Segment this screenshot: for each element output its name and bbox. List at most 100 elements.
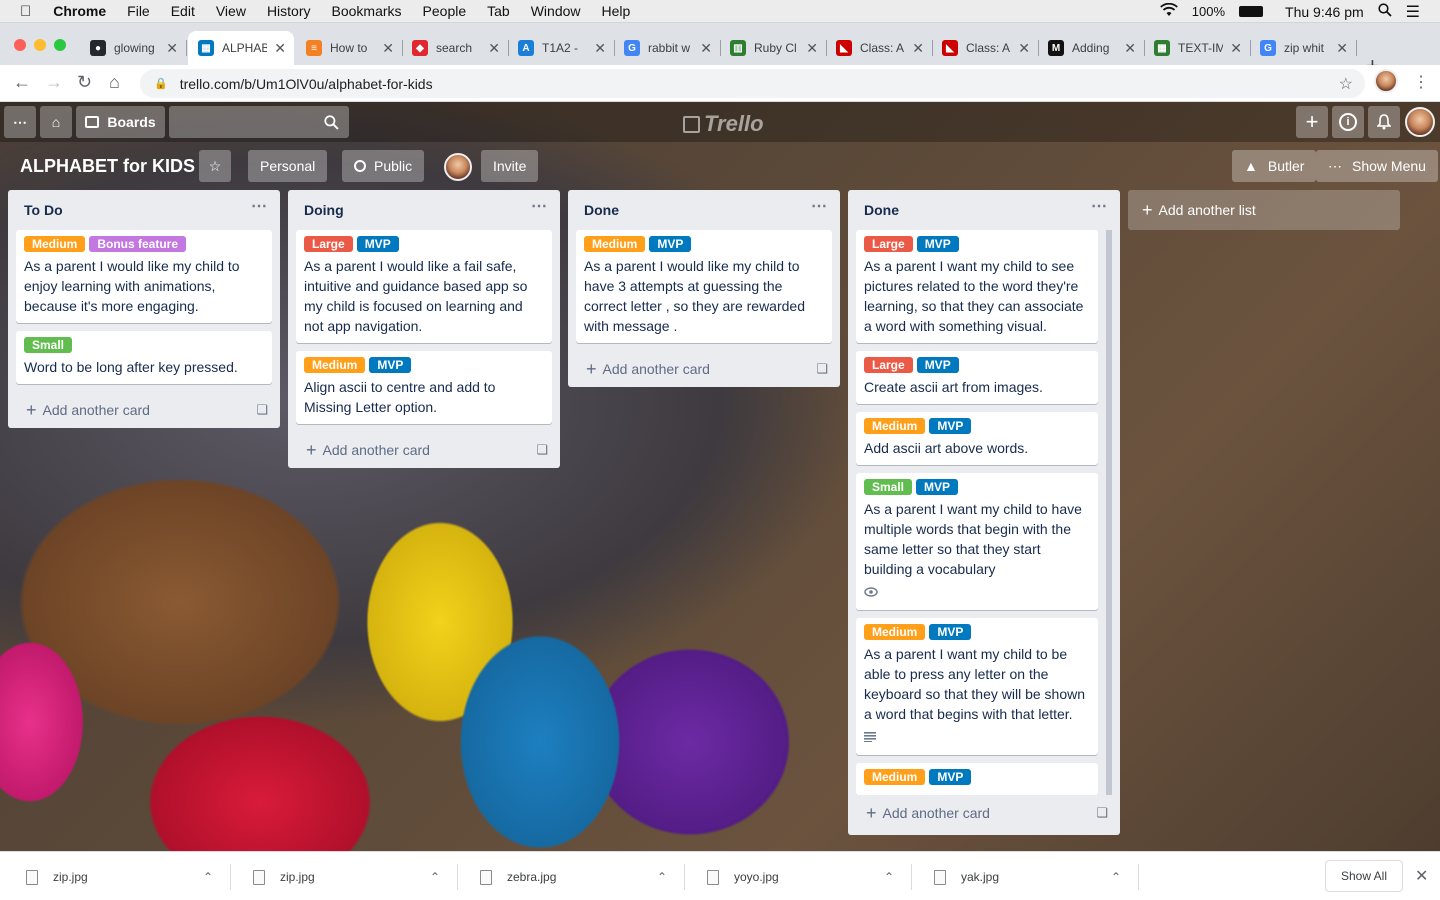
list-title[interactable]: Done: [584, 202, 619, 218]
card[interactable]: Medium MVP As a parent I would like my chi…: [576, 230, 832, 343]
card-label[interactable]: Medium: [24, 236, 86, 252]
download-item[interactable]: yoyo.jpg ⌃: [685, 864, 912, 890]
list-header[interactable]: Done ⋯: [848, 190, 1120, 230]
profile-avatar[interactable]: [1374, 69, 1398, 93]
card-label[interactable]: MVP: [929, 418, 972, 434]
close-tab-icon[interactable]: ✕: [806, 40, 818, 57]
minimize-window-button[interactable]: [34, 39, 46, 51]
add-card-button[interactable]: + Add another card ❏: [848, 795, 1120, 831]
download-item[interactable]: zebra.jpg ⌃: [458, 864, 685, 890]
card-label[interactable]: MVP: [929, 624, 972, 640]
browser-tab[interactable]: ▦ TEXT-IM ✕: [1144, 31, 1251, 65]
list-header[interactable]: Doing ⋯: [288, 190, 560, 230]
menu-edit[interactable]: Edit: [171, 3, 195, 19]
browser-tab[interactable]: ▦ ALPHABET for KIDS ✕: [188, 31, 294, 65]
menu-window[interactable]: Window: [531, 3, 581, 19]
show-all-downloads-button[interactable]: Show All: [1325, 860, 1403, 892]
close-tab-icon[interactable]: ✕: [594, 40, 606, 57]
chevron-up-icon[interactable]: ⌃: [1111, 870, 1121, 884]
chevron-up-icon[interactable]: ⌃: [203, 870, 213, 884]
boards-button[interactable]: Boards: [76, 106, 165, 138]
show-menu-button[interactable]: ⋯ Show Menu: [1316, 150, 1438, 182]
info-icon[interactable]: i: [1332, 106, 1364, 138]
menu-help[interactable]: Help: [602, 3, 631, 19]
card-label[interactable]: MVP: [356, 236, 399, 252]
reload-button[interactable]: ↻: [77, 72, 92, 93]
visibility-button[interactable]: Public: [342, 150, 425, 182]
close-tab-icon[interactable]: ✕: [1230, 40, 1242, 57]
add-card-button[interactable]: + Add another card ❏: [8, 392, 280, 428]
browser-tab[interactable]: ▥ Ruby Cl ✕: [720, 31, 827, 65]
home-icon[interactable]: ⌂: [40, 106, 72, 138]
close-tab-icon[interactable]: ✕: [488, 40, 500, 57]
card-template-icon[interactable]: ❏: [256, 402, 268, 418]
card-label[interactable]: MVP: [929, 769, 972, 785]
card-label[interactable]: Bonus feature: [89, 236, 187, 252]
add-another-list-button[interactable]: + Add another list: [1128, 190, 1400, 230]
invite-button[interactable]: Invite: [481, 150, 539, 182]
browser-tab[interactable]: ● glowing ✕: [80, 31, 187, 65]
card-template-icon[interactable]: ❏: [1096, 805, 1108, 821]
card[interactable]: Medium MVP Add ascii art above words.: [856, 412, 1098, 465]
close-tab-icon[interactable]: ✕: [1018, 40, 1030, 57]
close-tab-icon[interactable]: ✕: [912, 40, 924, 57]
list-header[interactable]: To Do ⋯: [8, 190, 280, 230]
chevron-up-icon[interactable]: ⌃: [430, 870, 440, 884]
card[interactable]: Medium MVP As a parent I want my child to …: [856, 618, 1098, 755]
bookmark-star-icon[interactable]: ☆: [1339, 74, 1353, 94]
browser-tab[interactable]: Grabbit w ✕: [614, 31, 721, 65]
card-label[interactable]: Small: [864, 479, 913, 495]
list-header[interactable]: Done ⋯: [568, 190, 840, 230]
list-menu-icon[interactable]: ⋯: [251, 196, 268, 216]
menu-app-name[interactable]: Chrome: [53, 3, 106, 19]
notification-center-icon[interactable]: ☰: [1406, 2, 1420, 22]
home-button[interactable]: ⌂: [109, 72, 120, 93]
card[interactable]: Large MVP As a parent I would like a fail …: [296, 230, 552, 343]
butler-button[interactable]: ▲ Butler: [1232, 150, 1317, 182]
board-title[interactable]: ALPHABET for KIDS: [20, 156, 195, 177]
card[interactable]: Medium Bonus feature As a parent I would l…: [16, 230, 272, 323]
menu-history[interactable]: History: [267, 3, 311, 19]
close-tab-icon[interactable]: ✕: [1336, 40, 1348, 57]
card-template-icon[interactable]: ❏: [816, 361, 828, 377]
browser-tab[interactable]: ◣ Class: A ✕: [826, 31, 933, 65]
browser-tab[interactable]: A T1A2 - ✕: [508, 31, 615, 65]
menu-tab[interactable]: Tab: [487, 3, 510, 19]
menu-file[interactable]: File: [127, 3, 150, 19]
card[interactable]: Medium MVP: [856, 763, 1098, 795]
list-title[interactable]: Doing: [304, 202, 344, 218]
menu-people[interactable]: People: [423, 3, 467, 19]
board-search-input[interactable]: [169, 106, 349, 138]
card-label[interactable]: Medium: [304, 357, 366, 373]
card-label[interactable]: MVP: [649, 236, 692, 252]
browser-tab[interactable]: ◆ search ✕: [402, 31, 509, 65]
card-template-icon[interactable]: ❏: [536, 442, 548, 458]
notifications-bell-icon[interactable]: [1368, 106, 1400, 138]
card-label[interactable]: Medium: [864, 769, 926, 785]
card-label[interactable]: MVP: [369, 357, 412, 373]
card[interactable]: Large MVP Create ascii art from images.: [856, 351, 1098, 404]
list-title[interactable]: To Do: [24, 202, 63, 218]
card-label[interactable]: MVP: [916, 479, 959, 495]
board-member-avatar[interactable]: [444, 153, 472, 181]
add-card-button[interactable]: + Add another card ❏: [568, 351, 840, 387]
close-tab-icon[interactable]: ✕: [382, 40, 394, 57]
lock-icon[interactable]: 🔒: [154, 77, 168, 90]
menu-bookmarks[interactable]: Bookmarks: [332, 3, 402, 19]
close-tab-icon[interactable]: ✕: [274, 40, 286, 57]
trello-logo[interactable]: Trello: [683, 111, 764, 137]
list-menu-icon[interactable]: ⋯: [811, 196, 828, 216]
close-tab-icon[interactable]: ✕: [166, 40, 178, 57]
create-plus-button[interactable]: +: [1296, 106, 1328, 138]
card[interactable]: Medium MVP Align ascii to centre and add t…: [296, 351, 552, 424]
clock[interactable]: Thu 9:46 pm: [1285, 4, 1364, 20]
download-item[interactable]: zip.jpg ⌃: [4, 864, 231, 890]
personal-team-button[interactable]: Personal: [248, 150, 328, 182]
menu-view[interactable]: View: [216, 3, 246, 19]
card-label[interactable]: MVP: [916, 236, 959, 252]
card-label[interactable]: Small: [24, 337, 73, 353]
close-window-button[interactable]: [14, 39, 26, 51]
member-avatar[interactable]: [1405, 107, 1435, 137]
card-label[interactable]: MVP: [916, 357, 959, 373]
list-menu-icon[interactable]: ⋯: [1091, 196, 1108, 216]
